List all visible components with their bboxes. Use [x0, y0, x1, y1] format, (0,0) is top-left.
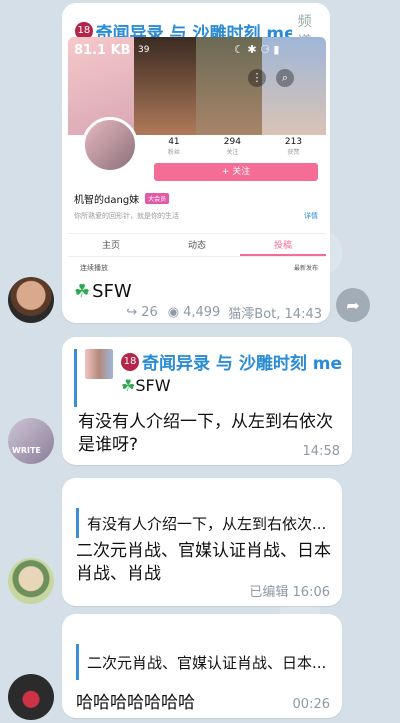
forward-count: 26	[141, 305, 158, 320]
reply-thumbnail	[85, 349, 113, 379]
message-bubble-1[interactable]: 18 奇闻异录 与 沙雕时刻 me... 频道 81.1 KB 39 ☾ ✱ ⚆…	[62, 3, 330, 323]
stat-fans: 41 粉丝	[167, 137, 180, 156]
tab-home: 主页	[101, 241, 120, 251]
sender-avatar-4[interactable]	[8, 674, 54, 720]
avatar-text: WRITE	[12, 446, 41, 455]
profile-avatar	[82, 117, 138, 173]
message-footer: 已编辑 16:06	[249, 585, 330, 600]
member-tag: 大会员	[145, 193, 170, 204]
reply-title: 奇闻异录 与 沙雕时刻 me...	[142, 354, 342, 374]
more-options-icon: ⋮	[248, 69, 266, 87]
message-time: 00:26	[292, 697, 330, 712]
follow-button: + 关注	[154, 163, 318, 181]
sender-avatar-2[interactable]: WRITE	[8, 418, 54, 464]
sender-avatar-1[interactable]	[8, 277, 54, 323]
reply-quote[interactable]: 18 奇闻异录 与 沙雕时刻 me... ☘ SFW	[74, 349, 342, 407]
message-text: 二次元肖战、官媒认证肖战、日本肖战、肖战	[76, 541, 331, 584]
profile-username: 机智的dang妹	[74, 195, 140, 206]
reply-text: 二次元肖战、官媒认证肖战、日本...	[87, 653, 327, 672]
clover-icon: ☘	[74, 281, 91, 302]
view-count: 4,499	[183, 305, 221, 320]
message-bubble-3[interactable]: 有没有人介绍一下，从左到右依次... 二次元肖战、官媒认证肖战、日本肖战、肖战 …	[62, 478, 342, 606]
message-text: SFW	[92, 281, 132, 302]
detail-link: 详情	[304, 212, 318, 220]
preview-image[interactable]: 81.1 KB 39 ☾ ✱ ⚆ ▮ ⋮ ⌕ 41 粉丝 294 关注 213 …	[68, 37, 326, 277]
preview-bottom-right: 最新发布	[293, 265, 318, 272]
message-time: 14:58	[302, 444, 340, 459]
reply-badge: 18	[121, 352, 139, 371]
forward-count-icon: ↪	[126, 305, 138, 320]
reply-quote[interactable]: 有没有人介绍一下，从左到右依次...	[76, 508, 334, 538]
stat-following: 294 关注	[223, 137, 241, 156]
tab-uploads: 投稿	[240, 234, 326, 256]
status-icons: ☾ ✱ ⚆ ▮	[234, 43, 280, 56]
preview-status-left: 81.1 KB	[74, 43, 131, 58]
clover-icon: ☘	[121, 376, 136, 395]
reply-text: 有没有人介绍一下，从左到右依次...	[87, 514, 327, 533]
share-button[interactable]: ➦	[336, 288, 370, 322]
reply-text: SFW	[135, 376, 171, 395]
stat-likes: 213 获赞	[284, 137, 303, 156]
search-icon: ⌕	[276, 69, 294, 87]
tab-dynamics: 动态	[187, 241, 206, 251]
message-bubble-4[interactable]: 二次元肖战、官媒认证肖战、日本... 哈哈哈哈哈哈哈 00:26	[62, 614, 342, 718]
reply-quote[interactable]: 二次元肖战、官媒认证肖战、日本...	[76, 644, 334, 680]
views-icon: ◉	[167, 305, 180, 320]
message-text: 有没有人介绍一下，从左到右依次是谁呀?	[78, 412, 333, 455]
preview-bottom-left: 连续播放	[80, 264, 108, 272]
message-text: 哈哈哈哈哈哈哈	[76, 693, 195, 713]
preview-status-extra: 39	[138, 45, 150, 55]
share-icon: ➦	[346, 295, 360, 315]
sender-avatar-3[interactable]	[8, 558, 54, 604]
profile-bio: 你所熟爱的回形针，就是你的生活	[74, 212, 179, 220]
message-bubble-2[interactable]: 18 奇闻异录 与 沙雕时刻 me... ☘ SFW 有没有人介绍一下，从左到右…	[62, 337, 352, 465]
message-footer: 猫澪Bot, 14:43	[228, 307, 322, 322]
